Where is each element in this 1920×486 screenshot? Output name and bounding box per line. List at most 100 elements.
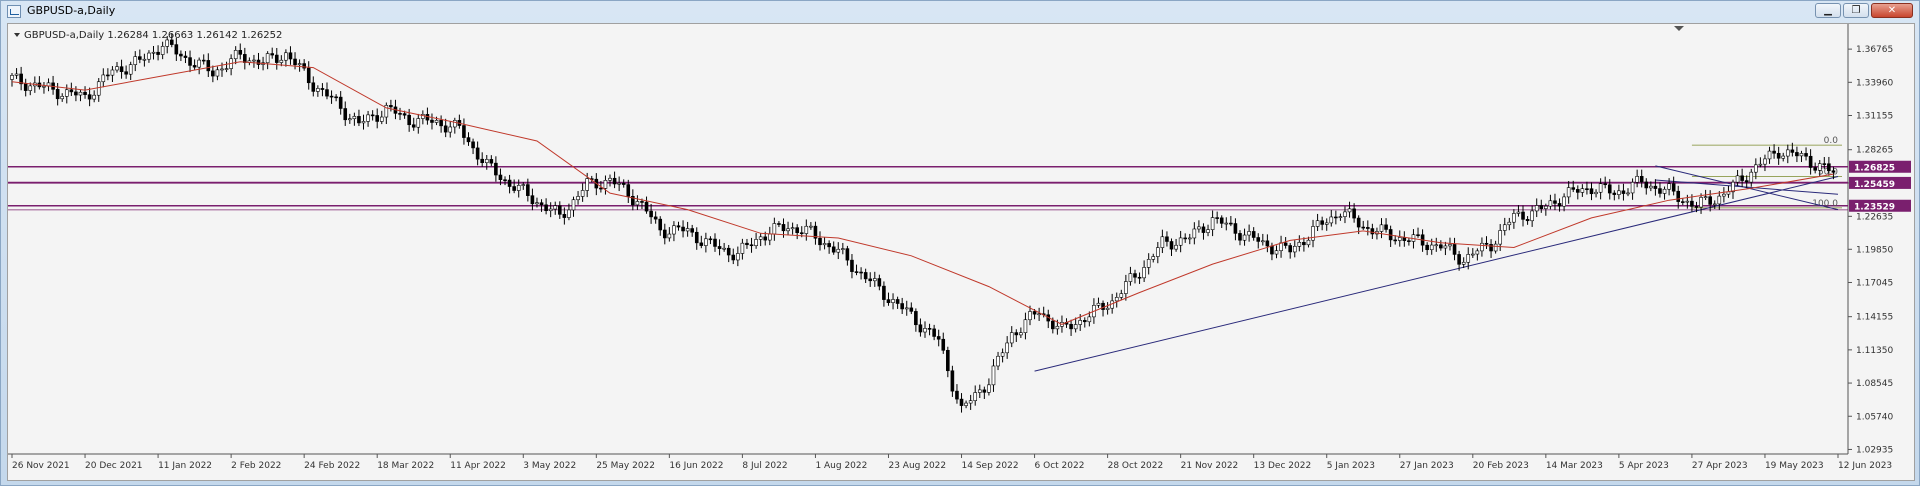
title-bar[interactable]: GBPUSD-a,Daily ▁ ❐ ✕ [1,1,1919,23]
candle-body [977,389,982,393]
candle-body [667,233,672,239]
candle-body [763,236,768,241]
candle-body [42,85,46,88]
candle-body [1662,188,1667,194]
candle-body [1233,223,1238,234]
restore-button[interactable]: ❐ [1843,3,1869,18]
candle-body [484,159,489,164]
candle-body [379,116,384,122]
candle-body [1580,188,1585,193]
candle-body [1434,244,1439,247]
chart-window: GBPUSD-a,Daily ▁ ❐ ✕ GBPUSD-a,Daily 1.26… [0,0,1920,486]
candle-body [110,69,115,76]
candle-body [1827,163,1831,172]
candle-body [1575,189,1580,193]
candle-body [370,114,375,117]
candle-body [1210,217,1215,230]
candle-body [1484,242,1489,245]
candle-body [402,113,407,116]
price-chart[interactable]: GBPUSD-a,Daily 1.26284 1.26663 1.26142 1… [8,24,1914,480]
candle-body [1292,246,1297,253]
candle-body [946,350,950,372]
candle-body [1772,150,1776,154]
candle-body [462,125,466,138]
candle-body [1165,236,1169,242]
candle-body [635,201,640,206]
candle-body [535,202,539,205]
candle-body [10,75,14,80]
candle-body [1270,245,1274,255]
candle-body [1557,203,1562,207]
candle-body [1425,244,1429,251]
y-tick-label: 1.19850 [1856,245,1893,255]
candle-body [1452,244,1457,255]
candle-body [1393,239,1397,242]
candle-body [526,184,530,196]
candle-body [1653,185,1658,189]
candle-body [964,402,968,406]
candle-body [115,66,119,71]
candle-body [1644,181,1649,189]
candle-body [932,328,936,337]
candle-body [1493,243,1498,252]
candle-body [494,162,498,176]
candle-body [649,210,653,218]
y-tick-label: 1.17045 [1856,278,1893,288]
candle-body [567,209,571,218]
candle-body [1416,234,1420,237]
x-tick-label: 18 Mar 2022 [377,461,434,471]
fibo-level-label: 0.0 [1824,136,1839,146]
y-tick-label: 1.05740 [1856,412,1893,422]
candle-body [891,299,895,303]
candle-body [1466,254,1471,263]
candle-body [859,271,863,274]
candle-body [672,225,676,235]
candle-body [1320,220,1324,225]
candle-body [443,125,448,133]
candle-body [1530,210,1534,222]
candle-body [1242,234,1247,241]
candle-body [1178,237,1183,246]
candle-body [1032,311,1037,315]
candle-body [1699,197,1703,208]
candle-body [1612,192,1617,195]
candle-body [1690,200,1694,207]
candle-body [434,120,439,123]
candle-body [1078,320,1083,325]
candle-body [799,232,804,234]
candle-body [895,299,900,304]
window-title: GBPUSD-a,Daily [27,4,116,17]
candle-body [480,158,484,164]
candle-body [265,53,270,64]
candle-body [1471,253,1475,256]
candle-body [1119,293,1124,298]
candle-body [1379,224,1384,232]
candle-body [1274,250,1279,255]
candle-body [329,95,334,98]
candle-body [877,278,882,287]
chart-area[interactable]: GBPUSD-a,Daily 1.26284 1.26663 1.26142 1… [7,23,1915,481]
candle-body [284,52,288,61]
candle-body [1361,226,1366,229]
x-tick-label: 5 Jan 2023 [1327,461,1375,471]
candle-body [1128,273,1133,282]
candle-body [1329,216,1334,224]
candle-body [1671,183,1676,192]
candle-body [676,225,681,228]
candle-body [279,59,284,63]
candle-body [585,178,589,191]
minimize-button[interactable]: ▁ [1815,3,1841,18]
candle-body [996,355,1000,367]
candle-body [1142,267,1146,279]
candle-body [1073,324,1078,330]
close-button[interactable]: ✕ [1871,3,1913,18]
candle-body [243,54,247,63]
candle-body [498,174,503,180]
candle-body [544,204,548,212]
candle-body [900,303,904,310]
candle-body [640,201,644,203]
restore-icon: ❐ [1851,5,1861,16]
x-tick-label: 3 May 2022 [523,461,576,471]
candle-body [1009,332,1014,344]
candle-body [439,120,443,127]
